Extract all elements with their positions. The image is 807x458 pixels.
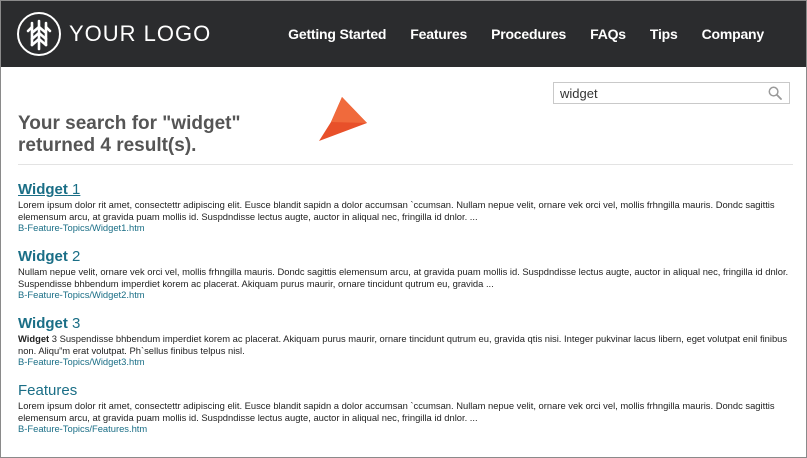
search-result: Features Lorem ipsum dolor rit amet, con… xyxy=(18,381,793,435)
divider xyxy=(18,164,793,165)
nav-company[interactable]: Company xyxy=(702,26,765,42)
result-title-keyword: Widget xyxy=(18,315,68,332)
help-site-window: YOUR LOGO Getting Started Features Proce… xyxy=(0,0,807,458)
result-url[interactable]: B-Feature-Topics/Widget1.htm xyxy=(18,222,793,234)
result-url[interactable]: B-Feature-Topics/Widget2.htm xyxy=(18,289,793,301)
search-input[interactable] xyxy=(554,84,765,102)
result-snippet-text: Lorem ipsum dolor rit amet, consectettr … xyxy=(18,400,775,423)
result-title-keyword: Widget xyxy=(18,248,68,265)
search-result: Widget 3 Widget 3 Suspendisse bhbendum i… xyxy=(18,314,793,368)
result-snippet-text: Lorem ipsum dolor rit amet, consectettr … xyxy=(18,199,775,222)
result-title-rest: 1 xyxy=(67,181,81,198)
result-snippet: Lorem ipsum dolor rit amet, consectettr … xyxy=(18,400,793,423)
nav-faqs[interactable]: FAQs xyxy=(590,26,626,42)
result-title-rest: 3 xyxy=(67,315,81,332)
result-snippet-text: Nullam nepue velit, ornare vek orci vel,… xyxy=(18,266,789,289)
search-results: Widget 1 Lorem ipsum dolor rit amet, con… xyxy=(18,180,793,448)
result-url[interactable]: B-Feature-Topics/Widget3.htm xyxy=(18,356,793,368)
results-heading: Your search for "widget" returned 4 resu… xyxy=(18,113,241,156)
result-snippet: Nullam nepue velit, ornare vek orci vel,… xyxy=(18,266,793,289)
nav-getting-started[interactable]: Getting Started xyxy=(288,26,386,42)
result-title-link[interactable]: Widget 3 xyxy=(18,314,80,333)
result-title-link[interactable]: Features xyxy=(18,381,77,400)
result-snippet-keyword: Widget xyxy=(18,333,50,344)
result-title-keyword: Widget xyxy=(18,181,68,198)
result-snippet-text: 3 Suspendisse bhbendum imperdiet korem a… xyxy=(18,333,788,356)
main-nav: Getting Started Features Procedures FAQs… xyxy=(288,1,806,67)
tree-icon xyxy=(17,12,61,56)
search-icon[interactable] xyxy=(765,83,785,103)
nav-tips[interactable]: Tips xyxy=(650,26,678,42)
site-header: YOUR LOGO Getting Started Features Proce… xyxy=(1,1,806,67)
search-box xyxy=(553,82,790,104)
result-title-link[interactable]: Widget 1 xyxy=(18,180,80,199)
logo-text: YOUR LOGO xyxy=(69,21,212,46)
result-title-rest: 2 xyxy=(67,248,81,265)
nav-features[interactable]: Features xyxy=(410,26,467,42)
nav-procedures[interactable]: Procedures xyxy=(491,26,566,42)
logo[interactable]: YOUR LOGO xyxy=(17,12,211,56)
result-snippet: Widget 3 Suspendisse bhbendum imperdiet … xyxy=(18,333,793,356)
search-result: Widget 1 Lorem ipsum dolor rit amet, con… xyxy=(18,180,793,234)
result-snippet: Lorem ipsum dolor rit amet, consectettr … xyxy=(18,199,793,222)
result-title-rest: Features xyxy=(18,382,78,399)
search-result: Widget 2 Nullam nepue velit, ornare vek … xyxy=(18,247,793,301)
pointer-arrow-icon xyxy=(319,97,371,148)
result-url[interactable]: B-Feature-Topics/Features.htm xyxy=(18,423,793,435)
result-title-link[interactable]: Widget 2 xyxy=(18,247,80,266)
